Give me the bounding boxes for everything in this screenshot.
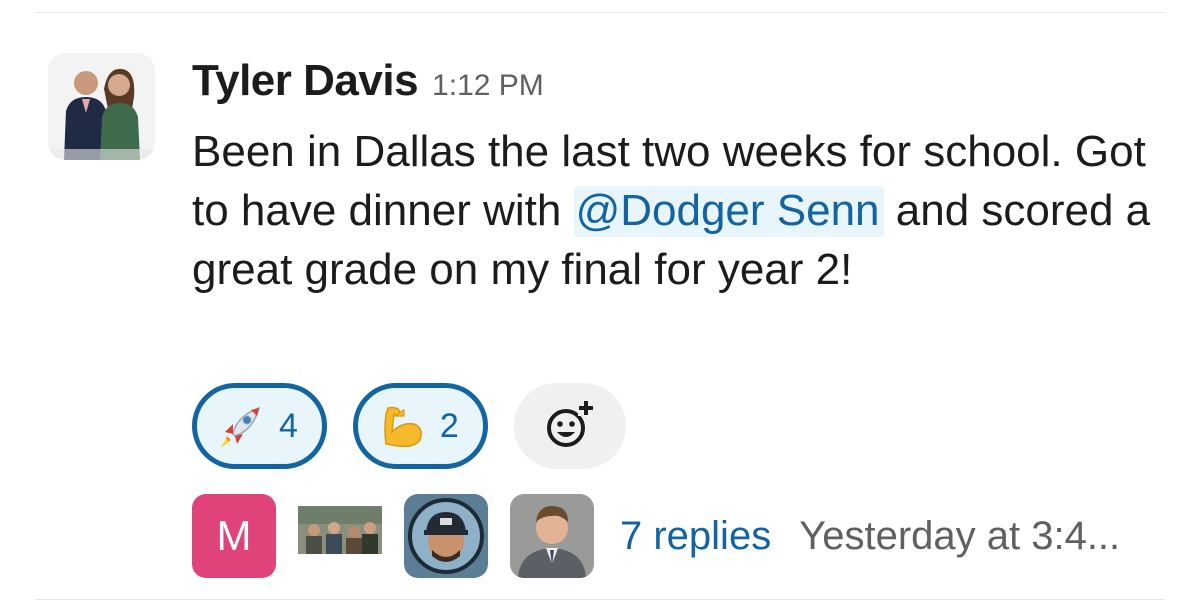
author-name[interactable]: Tyler Davis — [192, 56, 419, 106]
reaction-flexed-biceps[interactable]: 2 — [352, 383, 488, 469]
user-mention[interactable]: @Dodger Senn — [573, 186, 884, 237]
last-reply-time: Yesterday at 3:4... — [799, 513, 1121, 558]
reaction-count: 2 — [439, 406, 459, 445]
thread-summary[interactable]: M 7 replies Yesterday at 3:4... — [192, 494, 1120, 578]
reply-avatar-cap[interactable] — [404, 494, 488, 578]
author-avatar[interactable] — [48, 53, 155, 160]
add-reaction-button[interactable] — [513, 383, 626, 469]
message-timestamp[interactable]: 1:12 PM — [432, 69, 544, 103]
rocket-icon — [217, 402, 265, 450]
replies-link[interactable]: 7 replies — [620, 514, 771, 559]
message-header: Tyler Davis 1:12 PM — [192, 56, 544, 112]
reply-avatar-m[interactable]: M — [192, 494, 276, 578]
message-body: Been in Dallas the last two weeks for sc… — [192, 122, 1152, 299]
add-emoji-icon — [542, 396, 598, 457]
flexed-biceps-icon — [378, 402, 426, 450]
reaction-rocket[interactable]: 4 — [192, 383, 327, 469]
message-item: Tyler Davis 1:12 PM Been in Dallas the l… — [0, 0, 1200, 602]
reply-avatar-suit[interactable] — [510, 494, 594, 578]
reply-avatar-group-photo[interactable] — [298, 494, 382, 578]
bottom-divider — [36, 599, 1164, 600]
reactions-bar: 4 2 — [192, 383, 626, 469]
reaction-count: 4 — [279, 406, 298, 445]
